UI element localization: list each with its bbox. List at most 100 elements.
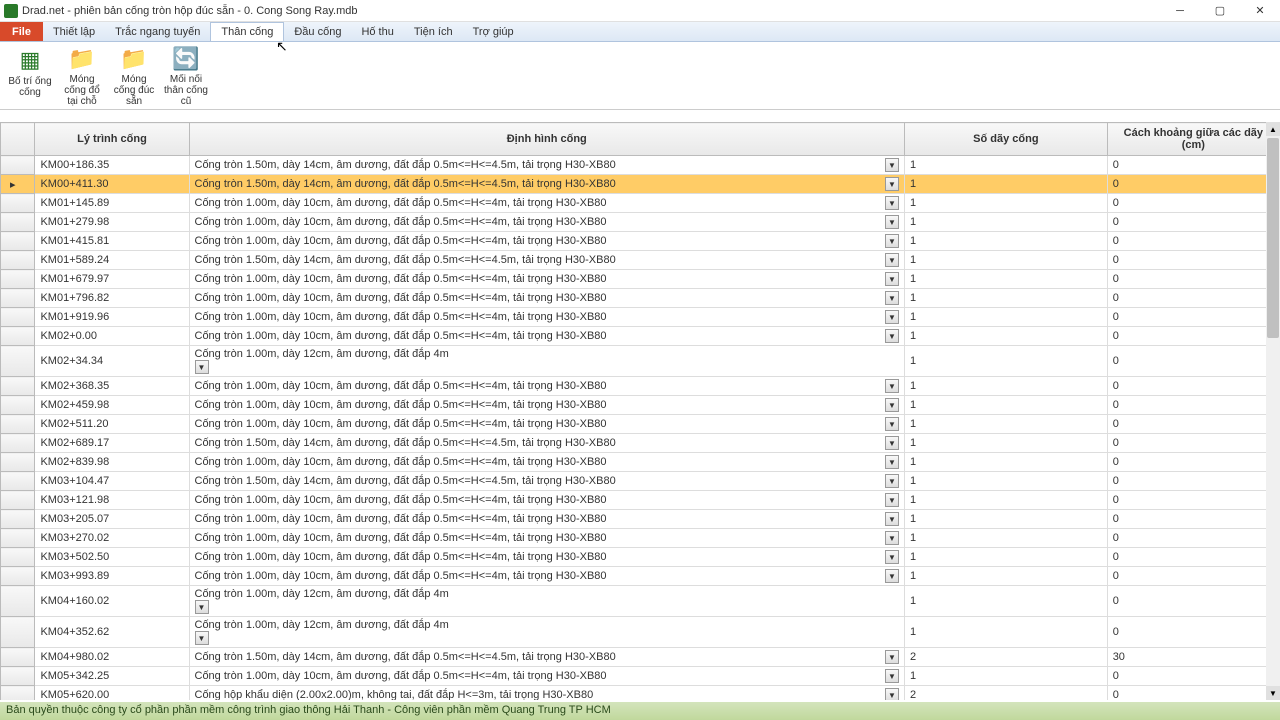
dropdown-icon[interactable]: ▼ [885, 650, 899, 664]
cell-so[interactable]: 2 [905, 648, 1108, 667]
table-row[interactable]: KM01+279.98Cống tròn 1.00m, dày 10cm, âm… [1, 213, 1280, 232]
cell-so[interactable]: 1 [905, 529, 1108, 548]
dropdown-icon[interactable]: ▼ [885, 398, 899, 412]
cell-dh[interactable]: Cống tròn 1.00m, dày 10cm, âm dương, đất… [189, 289, 905, 308]
row-header[interactable] [1, 567, 35, 586]
table-row[interactable]: KM00+186.35Cống tròn 1.50m, dày 14cm, âm… [1, 156, 1280, 175]
cell-ly[interactable]: KM03+270.02 [35, 529, 189, 548]
table-row[interactable]: KM01+679.97Cống tròn 1.00m, dày 10cm, âm… [1, 270, 1280, 289]
row-header[interactable] [1, 396, 35, 415]
col-header-ly[interactable]: Lý trình cống [35, 123, 189, 156]
row-header[interactable] [1, 617, 35, 648]
cell-ck[interactable]: 0 [1107, 548, 1279, 567]
dropdown-icon[interactable]: ▼ [885, 272, 899, 286]
cell-dh[interactable]: Cống tròn 1.00m, dày 10cm, âm dương, đất… [189, 491, 905, 510]
cell-dh[interactable]: Cống tròn 1.00m, dày 10cm, âm dương, đất… [189, 396, 905, 415]
cell-ck[interactable]: 0 [1107, 327, 1279, 346]
table-row[interactable]: KM00+411.30Cống tròn 1.50m, dày 14cm, âm… [1, 175, 1280, 194]
row-header[interactable] [1, 453, 35, 472]
cell-dh[interactable]: Cống tròn 1.50m, dày 14cm, âm dương, đất… [189, 472, 905, 491]
cell-ly[interactable]: KM03+104.47 [35, 472, 189, 491]
row-header[interactable] [1, 472, 35, 491]
cell-ck[interactable]: 0 [1107, 667, 1279, 686]
cell-dh[interactable]: Cống tròn 1.00m, dày 10cm, âm dương, đất… [189, 308, 905, 327]
cell-dh[interactable]: Cống tròn 1.00m, dày 10cm, âm dương, đất… [189, 529, 905, 548]
close-button[interactable]: ✕ [1240, 0, 1280, 22]
dropdown-icon[interactable]: ▼ [885, 379, 899, 393]
row-header[interactable] [1, 377, 35, 396]
cell-so[interactable]: 1 [905, 415, 1108, 434]
cell-so[interactable]: 1 [905, 510, 1108, 529]
dropdown-icon[interactable]: ▼ [885, 291, 899, 305]
cell-so[interactable]: 1 [905, 232, 1108, 251]
cell-ly[interactable]: KM03+502.50 [35, 548, 189, 567]
menu-tab-4[interactable]: Hố thu [351, 22, 403, 41]
cell-ck[interactable]: 0 [1107, 270, 1279, 289]
col-header-dh[interactable]: Định hình cống [189, 123, 905, 156]
cell-so[interactable]: 1 [905, 175, 1108, 194]
cell-ck[interactable]: 30 [1107, 648, 1279, 667]
dropdown-icon[interactable]: ▼ [885, 569, 899, 583]
cell-ly[interactable]: KM02+459.98 [35, 396, 189, 415]
row-header[interactable] [1, 308, 35, 327]
dropdown-icon[interactable]: ▼ [885, 455, 899, 469]
menu-tab-1[interactable]: Trắc ngang tuyến [105, 22, 210, 41]
dropdown-icon[interactable]: ▼ [885, 329, 899, 343]
cell-dh[interactable]: Cống tròn 1.00m, dày 10cm, âm dương, đất… [189, 510, 905, 529]
row-header[interactable] [1, 289, 35, 308]
row-header[interactable] [1, 648, 35, 667]
cell-so[interactable]: 1 [905, 251, 1108, 270]
cell-ck[interactable]: 0 [1107, 175, 1279, 194]
cell-ck[interactable]: 0 [1107, 453, 1279, 472]
menu-tab-0[interactable]: Thiết lập [43, 22, 105, 41]
cell-so[interactable]: 1 [905, 194, 1108, 213]
table-row[interactable]: KM02+511.20Cống tròn 1.00m, dày 10cm, âm… [1, 415, 1280, 434]
file-menu[interactable]: File [0, 22, 43, 41]
table-row[interactable]: KM01+145.89Cống tròn 1.00m, dày 10cm, âm… [1, 194, 1280, 213]
row-header[interactable] [1, 194, 35, 213]
cell-dh[interactable]: Cống tròn 1.00m, dày 10cm, âm dương, đất… [189, 377, 905, 396]
table-row[interactable]: KM01+589.24Cống tròn 1.50m, dày 14cm, âm… [1, 251, 1280, 270]
dropdown-icon[interactable]: ▼ [885, 253, 899, 267]
cell-so[interactable]: 1 [905, 667, 1108, 686]
cell-ck[interactable]: 0 [1107, 434, 1279, 453]
cell-ck[interactable]: 0 [1107, 232, 1279, 251]
cell-ck[interactable]: 0 [1107, 156, 1279, 175]
data-grid[interactable]: Lý trình cống Định hình cống Số dãy cống… [0, 122, 1280, 700]
row-header[interactable] [1, 327, 35, 346]
cell-dh[interactable]: Cống hộp khẩu diện (2.00x2.00)m, không t… [189, 686, 905, 701]
cell-dh[interactable]: Cống tròn 1.00m, dày 10cm, âm dương, đất… [189, 415, 905, 434]
cell-ck[interactable]: 0 [1107, 510, 1279, 529]
table-row[interactable]: KM02+0.00Cống tròn 1.00m, dày 10cm, âm d… [1, 327, 1280, 346]
row-header[interactable] [1, 232, 35, 251]
cell-ck[interactable]: 0 [1107, 346, 1279, 377]
cell-dh[interactable]: Cống tròn 1.00m, dày 12cm, âm dương, đất… [189, 617, 905, 648]
cell-ly[interactable]: KM03+993.89 [35, 567, 189, 586]
dropdown-icon[interactable]: ▼ [885, 493, 899, 507]
cell-ly[interactable]: KM01+415.81 [35, 232, 189, 251]
table-row[interactable]: KM02+459.98Cống tròn 1.00m, dày 10cm, âm… [1, 396, 1280, 415]
cell-ck[interactable]: 0 [1107, 377, 1279, 396]
scroll-thumb[interactable] [1267, 138, 1279, 338]
table-row[interactable]: KM04+980.02Cống tròn 1.50m, dày 14cm, âm… [1, 648, 1280, 667]
ribbon-item-1[interactable]: 📁Móng cống đổ tại chỗ [56, 44, 108, 107]
menu-tab-3[interactable]: Đầu cống [284, 22, 351, 41]
cell-ly[interactable]: KM01+145.89 [35, 194, 189, 213]
cell-so[interactable]: 1 [905, 308, 1108, 327]
corner-header[interactable] [1, 123, 35, 156]
cell-dh[interactable]: Cống tròn 1.50m, dày 14cm, âm dương, đất… [189, 156, 905, 175]
dropdown-icon[interactable]: ▼ [195, 360, 209, 374]
dropdown-icon[interactable]: ▼ [885, 310, 899, 324]
dropdown-icon[interactable]: ▼ [885, 215, 899, 229]
cell-so[interactable]: 1 [905, 270, 1108, 289]
row-header[interactable] [1, 686, 35, 701]
cell-dh[interactable]: Cống tròn 1.50m, dày 14cm, âm dương, đất… [189, 175, 905, 194]
minimize-button[interactable]: ─ [1160, 0, 1200, 22]
table-row[interactable]: KM03+993.89Cống tròn 1.00m, dày 10cm, âm… [1, 567, 1280, 586]
cell-so[interactable]: 1 [905, 453, 1108, 472]
cell-so[interactable]: 1 [905, 491, 1108, 510]
ribbon-item-3[interactable]: 🔄Mối nối thân cống cũ [160, 44, 212, 107]
menu-tab-2[interactable]: Thân cống [210, 22, 284, 41]
cell-ly[interactable]: KM02+0.00 [35, 327, 189, 346]
row-header[interactable] [1, 491, 35, 510]
